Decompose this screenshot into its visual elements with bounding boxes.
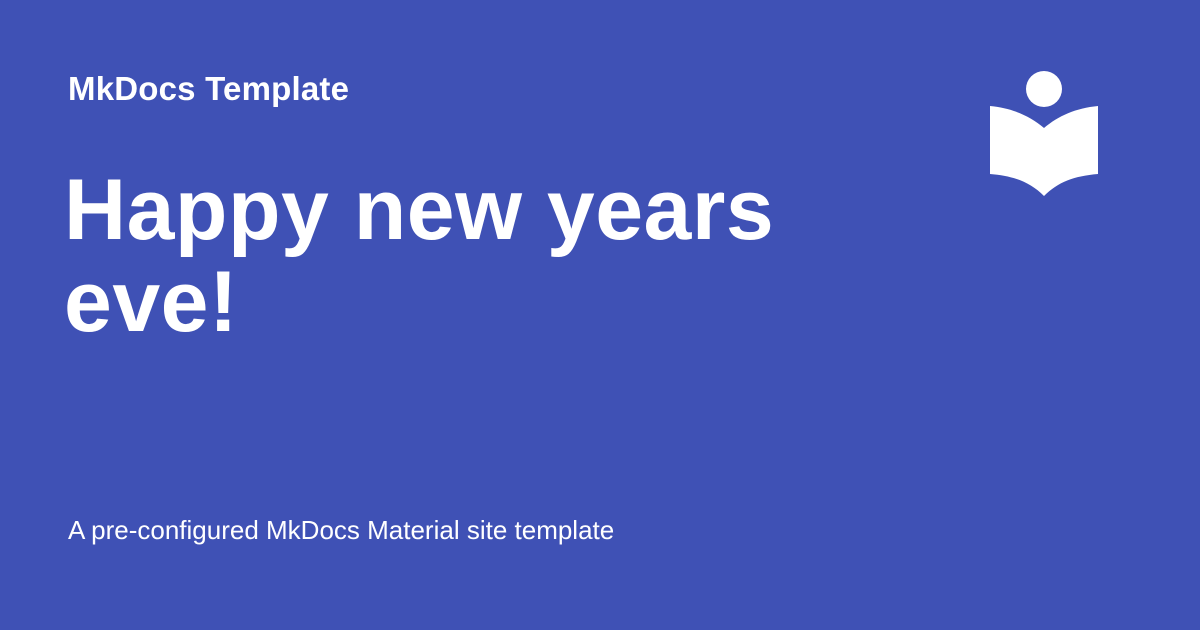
page-title: Happy new years eve! bbox=[64, 162, 775, 350]
page-description: A pre-configured MkDocs Material site te… bbox=[68, 515, 615, 545]
book-reader-icon bbox=[986, 68, 1102, 198]
social-card: MkDocs Template Happy new years eve! A p… bbox=[0, 0, 1200, 630]
site-name: MkDocs Template bbox=[68, 70, 350, 107]
